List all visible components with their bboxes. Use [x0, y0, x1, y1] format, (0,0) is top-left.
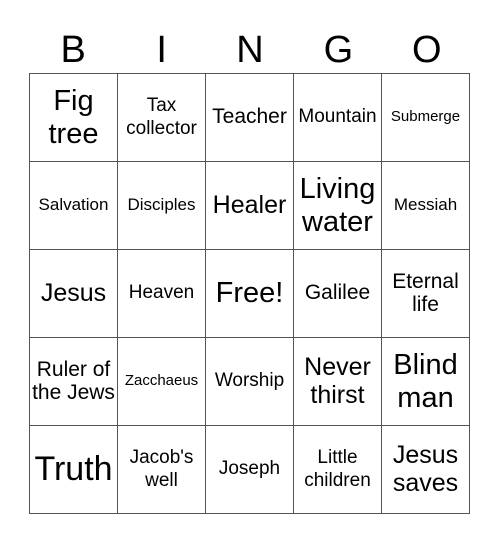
bingo-cell[interactable]: Salvation [30, 162, 118, 250]
bingo-cell[interactable]: Eternal life [382, 250, 470, 338]
bingo-cell[interactable]: Living water [294, 162, 382, 250]
header-letter-n: N [236, 29, 264, 71]
bingo-cell[interactable]: Little children [294, 426, 382, 514]
bingo-cell[interactable]: Messiah [382, 162, 470, 250]
bingo-cell[interactable]: Heaven [118, 250, 206, 338]
bingo-cell[interactable]: Teacher [206, 74, 294, 162]
bingo-header: B I N G O [29, 28, 471, 72]
bingo-cell[interactable]: Tax collector [118, 74, 206, 162]
bingo-cell[interactable]: Ruler of the Jews [30, 338, 118, 426]
bingo-cell[interactable]: Jacob's well [118, 426, 206, 514]
bingo-cell[interactable]: Jesus saves [382, 426, 470, 514]
bingo-cell[interactable]: Disciples [118, 162, 206, 250]
bingo-cell[interactable]: Worship [206, 338, 294, 426]
bingo-cell[interactable]: Never thirst [294, 338, 382, 426]
bingo-cell[interactable]: Galilee [294, 250, 382, 338]
bingo-cell[interactable]: Truth [30, 426, 118, 514]
bingo-cell[interactable]: Zacchaeus [118, 338, 206, 426]
header-letter-i: I [156, 29, 167, 71]
bingo-cell[interactable]: Healer [206, 162, 294, 250]
header-letter-g: G [323, 29, 354, 71]
header-letter-b: B [60, 29, 86, 71]
bingo-cell[interactable]: Mountain [294, 74, 382, 162]
bingo-cell[interactable]: Fig tree [30, 74, 118, 162]
bingo-grid: Fig tree Tax collector Teacher Mountain … [29, 73, 470, 514]
bingo-cell[interactable]: Blind man [382, 338, 470, 426]
free-space[interactable]: Free! [206, 250, 294, 338]
bingo-cell[interactable]: Submerge [382, 74, 470, 162]
header-letter-o: O [412, 29, 442, 71]
bingo-cell[interactable]: Joseph [206, 426, 294, 514]
bingo-cell[interactable]: Jesus [30, 250, 118, 338]
